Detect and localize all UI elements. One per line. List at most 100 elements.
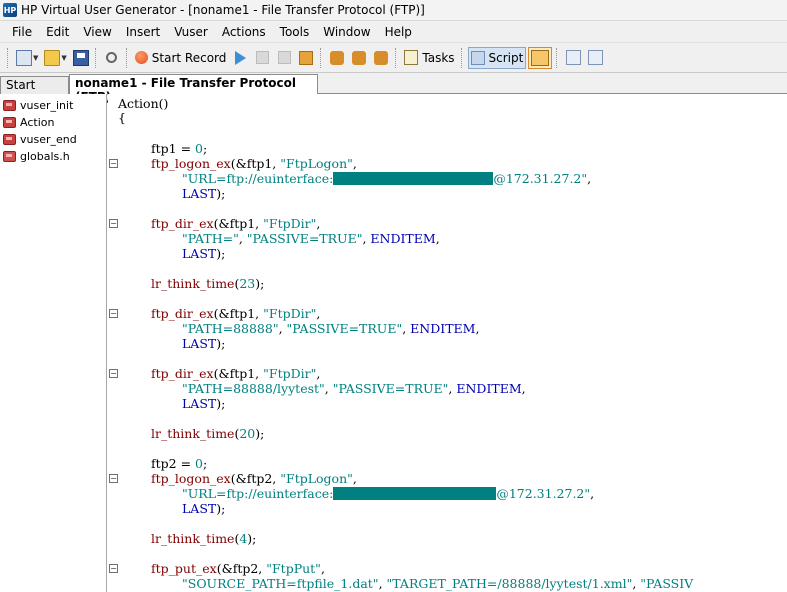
collapse-icon[interactable]: − (109, 564, 118, 573)
code-line: lr_think_time(20); (151, 426, 265, 441)
code-line: ftp_logon_ex(&ftp1, "FtpLogon", (151, 156, 357, 171)
code-line: LAST); (182, 186, 226, 201)
code-line: ftp2 = 0; (151, 456, 208, 471)
tree-item-vuser-init[interactable]: vuser_init (0, 97, 106, 114)
fold-gutter: − − − − − − (108, 94, 118, 592)
toolbar: ▼ ▼ Start Record Tasks Script (0, 43, 787, 73)
action-icon (3, 100, 16, 111)
vugen-app-icon: HP (3, 3, 17, 17)
menu-vuser[interactable]: Vuser (167, 23, 215, 41)
code-line: "URL=ftp://euinterface: @172.31.27.2", (182, 486, 595, 501)
code-line: ftp_dir_ex(&ftp1, "FtpDir", (151, 306, 321, 321)
menu-help[interactable]: Help (378, 23, 419, 41)
menu-edit[interactable]: Edit (39, 23, 76, 41)
code-line: lr_think_time(4); (151, 531, 257, 546)
code-line: { (118, 110, 126, 125)
script-view-icon (470, 50, 485, 65)
toolbar-grip[interactable] (94, 47, 98, 68)
tasks-clipboard-icon (404, 50, 419, 65)
new-document-icon (16, 49, 32, 66)
menu-view[interactable]: View (76, 23, 118, 41)
toolbar-grip[interactable] (460, 47, 464, 68)
action-icon (3, 117, 16, 128)
tree-view-button[interactable] (585, 47, 605, 69)
start-record-button[interactable]: Start Record (133, 47, 229, 69)
snapshot-button[interactable] (563, 47, 583, 69)
code-line: "URL=ftp://euinterface: @172.31.27.2", (182, 171, 592, 186)
menu-bar: File Edit View Insert Vuser Actions Tool… (0, 21, 787, 43)
tab-start-page[interactable]: Start Page (0, 76, 69, 106)
code-line: ftp_put_ex(&ftp2, "FtpPut", (151, 561, 325, 576)
menu-actions[interactable]: Actions (215, 23, 273, 41)
bookmark-icon (374, 50, 389, 65)
bookmark-button[interactable] (371, 47, 391, 69)
redacted-credential (333, 487, 497, 500)
start-record-label: Start Record (151, 50, 227, 65)
code-line: LAST); (182, 246, 226, 261)
toolbar-grip[interactable] (556, 47, 559, 68)
tree-item-label: globals.h (20, 150, 70, 163)
code-line: lr_think_time(23); (151, 276, 265, 291)
stop-icon (277, 51, 291, 64)
code-line: LAST); (182, 501, 226, 516)
collapse-icon[interactable]: − (109, 369, 118, 378)
code-line: Action() (118, 96, 169, 111)
tree-item-label: vuser_init (20, 99, 74, 112)
save-disk-icon (72, 49, 89, 66)
tree-item-label: Action (20, 116, 55, 129)
code-line: ftp_logon_ex(&ftp2, "FtpLogon", (151, 471, 357, 486)
script-view-button[interactable]: Script (467, 46, 527, 69)
output-window-button[interactable] (528, 46, 553, 69)
record-icon (134, 51, 148, 64)
tree-view-icon (587, 50, 603, 65)
toolbar-grip[interactable] (395, 47, 398, 68)
collapse-icon[interactable]: − (109, 474, 118, 483)
collapse-icon[interactable]: − (109, 219, 118, 228)
run-button[interactable] (230, 47, 250, 69)
new-script-button[interactable]: ▼ (14, 47, 40, 69)
code-line: ftp_dir_ex(&ftp1, "FtpDir", (151, 216, 321, 231)
compile-button[interactable] (349, 47, 369, 69)
action-icon (3, 134, 16, 145)
open-button[interactable]: ▼ (42, 47, 68, 69)
breakpoint-button[interactable] (327, 47, 347, 69)
find-button[interactable] (102, 47, 122, 69)
tab-noname1-ftp[interactable]: noname1 - File Transfer Protocol (FTP) (69, 74, 318, 104)
tasks-button[interactable]: Tasks (402, 47, 456, 69)
tasks-label: Tasks (422, 50, 455, 65)
window-title: HP Virtual User Generator - [noname1 - F… (21, 3, 425, 17)
pause-button[interactable] (252, 47, 272, 69)
code-line: ftp_dir_ex(&ftp1, "FtpDir", (151, 366, 321, 381)
step-button[interactable] (296, 47, 316, 69)
tree-item-action[interactable]: Action (0, 114, 106, 131)
tree-item-label: vuser_end (20, 133, 77, 146)
toolbar-grip[interactable] (125, 47, 129, 68)
tree-item-vuser-end[interactable]: vuser_end (0, 131, 106, 148)
run-step-icon (299, 50, 314, 65)
menu-insert[interactable]: Insert (119, 23, 167, 41)
code-line: LAST); (182, 336, 226, 351)
menu-window[interactable]: Window (316, 23, 377, 41)
magnifier-icon (106, 52, 118, 63)
stop-button[interactable] (274, 47, 294, 69)
toolbar-grip[interactable] (320, 47, 323, 68)
snapshot-icon (565, 50, 581, 65)
breakpoint-icon (330, 50, 345, 65)
dropdown-arrow-icon: ▼ (61, 53, 67, 62)
header-file-icon (3, 151, 16, 162)
code-line: ftp1 = 0; (151, 141, 208, 156)
script-editor[interactable]: − − − − − − Action() { ftp1 = 0; ftp_log… (108, 94, 787, 592)
collapse-icon[interactable]: − (109, 159, 118, 168)
save-button[interactable] (71, 47, 91, 69)
menu-file[interactable]: File (6, 23, 39, 41)
code-line: LAST); (182, 396, 226, 411)
pause-icon (255, 51, 269, 64)
toolbar-grip[interactable] (7, 47, 10, 68)
tree-item-globals-h[interactable]: globals.h (0, 148, 106, 165)
output-window-icon (531, 49, 550, 66)
collapse-icon[interactable]: − (109, 309, 118, 318)
menu-tools[interactable]: Tools (273, 23, 317, 41)
play-icon (234, 50, 246, 65)
action-tree-panel: vuser_init Action vuser_end globals.h (0, 94, 107, 592)
code-line: "PATH=", "PASSIVE=TRUE", ENDITEM, (182, 231, 440, 246)
